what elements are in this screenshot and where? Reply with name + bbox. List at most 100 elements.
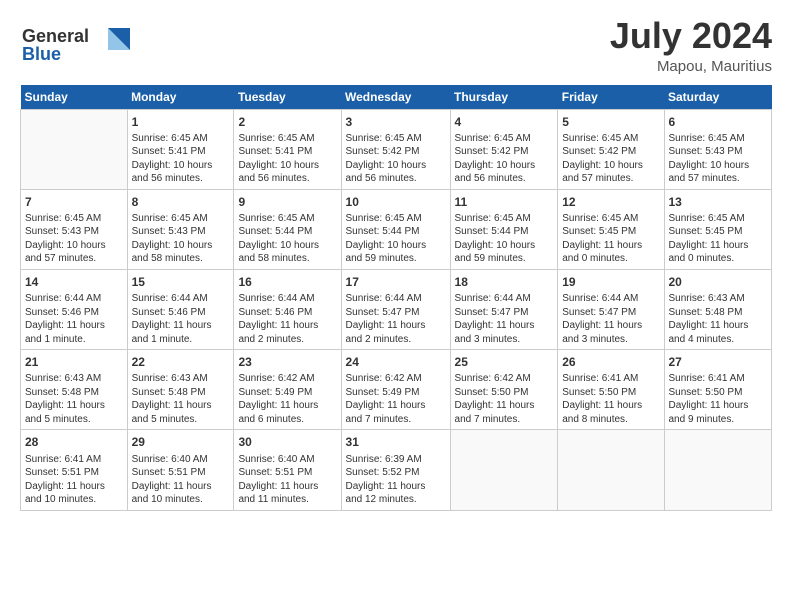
day-number: 6 — [669, 114, 768, 130]
title-block: July 2024 Mapou, Mauritius — [610, 16, 772, 75]
day-number: 26 — [562, 354, 659, 370]
day-info: Sunrise: 6:42 AMSunset: 5:50 PMDaylight:… — [455, 372, 554, 426]
day-number: 27 — [669, 354, 768, 370]
day-cell: 13 Sunrise: 6:45 AMSunset: 5:45 PMDayligh… — [664, 189, 772, 269]
col-saturday: Saturday — [664, 85, 772, 110]
day-cell: 25 Sunrise: 6:42 AMSunset: 5:50 PMDayligh… — [450, 350, 558, 430]
day-cell — [558, 430, 664, 510]
header: General Blue July 2024 Mapou, Mauritius — [20, 16, 772, 75]
day-cell: 3Sunrise: 6:45 AMSunset: 5:42 PMDaylight… — [341, 109, 450, 189]
day-number: 17 — [346, 274, 446, 290]
day-cell: 9 Sunrise: 6:45 AMSunset: 5:44 PMDaylight… — [234, 189, 341, 269]
day-info: Sunrise: 6:45 AMSunset: 5:43 PMDaylight:… — [669, 132, 768, 186]
day-info: Sunrise: 6:44 AMSunset: 5:46 PMDaylight:… — [132, 292, 230, 346]
day-info: Sunrise: 6:45 AMSunset: 5:44 PMDaylight:… — [346, 212, 446, 266]
week-row-4: 21 Sunrise: 6:43 AMSunset: 5:48 PMDayligh… — [21, 350, 772, 430]
day-number: 28 — [25, 434, 123, 450]
day-number: 23 — [238, 354, 336, 370]
day-cell: 29 Sunrise: 6:40 AMSunset: 5:51 PMDayligh… — [127, 430, 234, 510]
day-cell: 6 Sunrise: 6:45 AMSunset: 5:43 PMDaylight… — [664, 109, 772, 189]
day-cell: 8 Sunrise: 6:45 AMSunset: 5:43 PMDaylight… — [127, 189, 234, 269]
svg-text:General: General — [22, 26, 89, 46]
day-cell: 20 Sunrise: 6:43 AMSunset: 5:48 PMDayligh… — [664, 269, 772, 349]
day-info: Sunrise: 6:42 AMSunset: 5:49 PMDaylight:… — [238, 372, 336, 426]
col-friday: Friday — [558, 85, 664, 110]
col-tuesday: Tuesday — [234, 85, 341, 110]
calendar-page: General Blue July 2024 Mapou, Mauritius … — [0, 0, 792, 612]
col-wednesday: Wednesday — [341, 85, 450, 110]
day-info: Sunrise: 6:44 AMSunset: 5:46 PMDaylight:… — [238, 292, 336, 346]
col-sunday: Sunday — [21, 85, 128, 110]
day-number: 25 — [455, 354, 554, 370]
day-info: Sunrise: 6:43 AMSunset: 5:48 PMDaylight:… — [669, 292, 768, 346]
day-info: Sunrise: 6:40 AMSunset: 5:51 PMDaylight:… — [238, 453, 336, 507]
day-cell: 17 Sunrise: 6:44 AMSunset: 5:47 PMDayligh… — [341, 269, 450, 349]
day-cell: 31 Sunrise: 6:39 AMSunset: 5:52 PMDayligh… — [341, 430, 450, 510]
day-number: 2 — [238, 114, 336, 130]
day-number: 29 — [132, 434, 230, 450]
day-number: 4 — [455, 114, 554, 130]
day-cell: 16 Sunrise: 6:44 AMSunset: 5:46 PMDayligh… — [234, 269, 341, 349]
day-cell: 27Sunrise: 6:41 AMSunset: 5:50 PMDayligh… — [664, 350, 772, 430]
day-cell: 12 Sunrise: 6:45 AMSunset: 5:45 PMDayligh… — [558, 189, 664, 269]
day-cell: 14Sunrise: 6:44 AMSunset: 5:46 PMDayligh… — [21, 269, 128, 349]
header-row: Sunday Monday Tuesday Wednesday Thursday… — [21, 85, 772, 110]
day-info: Sunrise: 6:45 AMSunset: 5:42 PMDaylight:… — [562, 132, 659, 186]
col-monday: Monday — [127, 85, 234, 110]
day-info: Sunrise: 6:44 AMSunset: 5:47 PMDaylight:… — [455, 292, 554, 346]
day-info: Sunrise: 6:40 AMSunset: 5:51 PMDaylight:… — [132, 453, 230, 507]
day-number: 18 — [455, 274, 554, 290]
day-number: 20 — [669, 274, 768, 290]
day-number: 7 — [25, 194, 123, 210]
day-number: 16 — [238, 274, 336, 290]
day-cell: 26Sunrise: 6:41 AMSunset: 5:50 PMDayligh… — [558, 350, 664, 430]
day-cell: 22 Sunrise: 6:43 AMSunset: 5:48 PMDayligh… — [127, 350, 234, 430]
day-number: 9 — [238, 194, 336, 210]
week-row-1: 1 Sunrise: 6:45 AMSunset: 5:41 PMDaylight… — [21, 109, 772, 189]
day-info: Sunrise: 6:42 AMSunset: 5:49 PMDaylight:… — [346, 372, 446, 426]
day-info: Sunrise: 6:44 AMSunset: 5:46 PMDaylight:… — [25, 292, 123, 346]
day-cell — [450, 430, 558, 510]
day-number: 21 — [25, 354, 123, 370]
day-cell: 19Sunrise: 6:44 AMSunset: 5:47 PMDayligh… — [558, 269, 664, 349]
logo-svg: General Blue — [20, 20, 130, 68]
day-info: Sunrise: 6:45 AMSunset: 5:45 PMDaylight:… — [562, 212, 659, 266]
month-year: July 2024 — [610, 16, 772, 56]
day-number: 22 — [132, 354, 230, 370]
day-cell — [664, 430, 772, 510]
day-cell: 24 Sunrise: 6:42 AMSunset: 5:49 PMDayligh… — [341, 350, 450, 430]
location: Mapou, Mauritius — [610, 58, 772, 75]
day-cell: 23 Sunrise: 6:42 AMSunset: 5:49 PMDayligh… — [234, 350, 341, 430]
calendar-table: Sunday Monday Tuesday Wednesday Thursday… — [20, 85, 772, 511]
day-number: 24 — [346, 354, 446, 370]
day-cell — [21, 109, 128, 189]
day-number: 1 — [132, 114, 230, 130]
day-number: 5 — [562, 114, 659, 130]
day-info: Sunrise: 6:45 AMSunset: 5:45 PMDaylight:… — [669, 212, 768, 266]
day-number: 11 — [455, 194, 554, 210]
day-cell: 2 Sunrise: 6:45 AMSunset: 5:41 PMDaylight… — [234, 109, 341, 189]
col-thursday: Thursday — [450, 85, 558, 110]
day-info: Sunrise: 6:44 AMSunset: 5:47 PMDaylight:… — [346, 292, 446, 346]
day-info: Sunrise: 6:45 AMSunset: 5:41 PMDaylight:… — [238, 132, 336, 186]
day-info: Sunrise: 6:43 AMSunset: 5:48 PMDaylight:… — [132, 372, 230, 426]
day-number: 13 — [669, 194, 768, 210]
day-info: Sunrise: 6:45 AMSunset: 5:42 PMDaylight:… — [346, 132, 446, 186]
day-cell: 18 Sunrise: 6:44 AMSunset: 5:47 PMDayligh… — [450, 269, 558, 349]
day-info: Sunrise: 6:45 AMSunset: 5:41 PMDaylight:… — [132, 132, 230, 186]
day-number: 19 — [562, 274, 659, 290]
logo: General Blue — [20, 20, 130, 73]
day-number: 8 — [132, 194, 230, 210]
day-info: Sunrise: 6:39 AMSunset: 5:52 PMDaylight:… — [346, 453, 446, 507]
day-info: Sunrise: 6:45 AMSunset: 5:42 PMDaylight:… — [455, 132, 554, 186]
day-number: 31 — [346, 434, 446, 450]
day-cell: 11Sunrise: 6:45 AMSunset: 5:44 PMDayligh… — [450, 189, 558, 269]
logo-text: General Blue — [20, 20, 130, 73]
day-info: Sunrise: 6:45 AMSunset: 5:43 PMDaylight:… — [132, 212, 230, 266]
svg-text:Blue: Blue — [22, 44, 61, 64]
day-info: Sunrise: 6:45 AMSunset: 5:44 PMDaylight:… — [238, 212, 336, 266]
day-cell: 1 Sunrise: 6:45 AMSunset: 5:41 PMDaylight… — [127, 109, 234, 189]
day-number: 12 — [562, 194, 659, 210]
day-cell: 30Sunrise: 6:40 AMSunset: 5:51 PMDayligh… — [234, 430, 341, 510]
week-row-2: 7 Sunrise: 6:45 AMSunset: 5:43 PMDaylight… — [21, 189, 772, 269]
